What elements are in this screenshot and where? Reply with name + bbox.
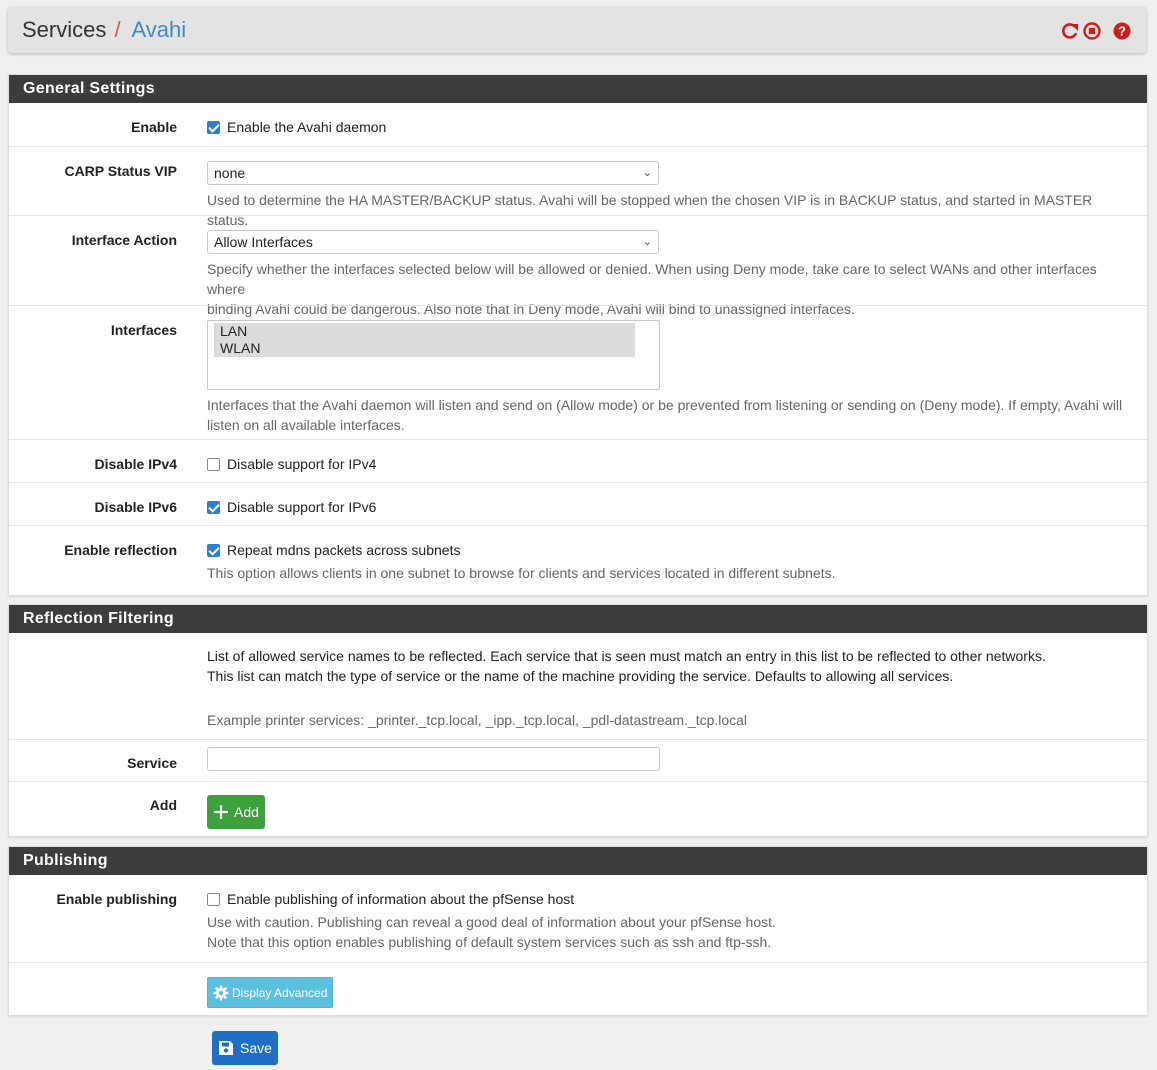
chevron-down-icon: ⌄ <box>642 236 652 248</box>
publishing-help-1: Use with caution. Publishing can reveal … <box>207 914 776 930</box>
reflection-checkbox[interactable]: Repeat mdns packets across subnets <box>207 542 1135 558</box>
add-row: Add Add <box>9 781 1147 834</box>
add-label: Add <box>149 797 177 813</box>
reflection-example: Example printer services: _printer._tcp.… <box>207 712 748 728</box>
enable-label: Enable <box>131 119 177 135</box>
interfaces-listbox[interactable]: LAN WLAN <box>207 320 660 390</box>
interface-option-lan[interactable]: LAN <box>214 323 635 340</box>
add-button[interactable]: Add <box>207 795 265 829</box>
general-settings-heading: General Settings <box>9 75 1147 103</box>
restart-icon[interactable] <box>1060 21 1080 41</box>
enable-checkbox[interactable]: Enable the Avahi daemon <box>207 119 1135 135</box>
disable-ipv6-checkbox-box[interactable] <box>207 500 220 514</box>
reflection-info-row: List of allowed service names to be refl… <box>9 633 1147 739</box>
display-advanced-label: Display Advanced <box>232 985 328 1000</box>
publishing-heading: Publishing <box>9 847 1147 875</box>
enable-checkbox-box[interactable] <box>207 120 220 134</box>
reflection-row: Enable reflection Repeat mdns packets ac… <box>9 525 1147 591</box>
carp-row: CARP Status VIP none ⌄ Used to determine… <box>9 146 1147 228</box>
help-icon[interactable]: ? <box>1112 21 1132 41</box>
save-button[interactable]: Save <box>212 1031 278 1065</box>
service-input[interactable] <box>207 747 660 771</box>
disable-ipv4-checkbox-box[interactable] <box>207 457 220 471</box>
carp-select-value: none <box>214 165 246 181</box>
interface-action-select[interactable]: Allow Interfaces ⌄ <box>207 230 659 254</box>
gear-icon <box>213 985 229 1000</box>
interface-action-help-1: Specify whether the interfaces selected … <box>207 261 1097 297</box>
reflection-info-1: List of allowed service names to be refl… <box>207 648 1046 664</box>
publishing-help-2: Note that this option enables publishing… <box>207 934 772 950</box>
breadcrumb-section[interactable]: Services <box>22 17 106 42</box>
interface-option-wlan[interactable]: WLAN <box>214 340 635 357</box>
enable-checkbox-text: Enable the Avahi daemon <box>227 119 387 135</box>
interfaces-label: Interfaces <box>110 322 177 338</box>
interfaces-help-1: Interfaces that the Avahi daemon will li… <box>207 397 1123 413</box>
enable-row: Enable Enable the Avahi daemon <box>9 103 1147 146</box>
reflection-info-2: This list can match the type of service … <box>207 668 954 684</box>
publishing-label: Enable publishing <box>56 891 177 907</box>
disable-ipv6-row: Disable IPv6 Disable support for IPv6 <box>9 482 1147 525</box>
reflection-checkbox-box[interactable] <box>207 543 220 557</box>
carp-label: CARP Status VIP <box>64 163 177 179</box>
stop-icon[interactable] <box>1082 21 1102 41</box>
service-label: Service <box>127 755 177 771</box>
interface-action-value: Allow Interfaces <box>214 234 313 250</box>
publishing-checkbox-text: Enable publishing of information about t… <box>227 891 575 907</box>
advanced-row: Display Advanced <box>9 962 1147 1014</box>
breadcrumb-current[interactable]: Avahi <box>132 17 187 42</box>
add-button-label: Add <box>234 804 259 820</box>
disable-ipv4-label: Disable IPv4 <box>94 456 178 472</box>
save-icon <box>219 1041 233 1055</box>
general-settings-panel: General Settings Enable Enable the Avahi… <box>8 74 1148 596</box>
breadcrumb: Services / Avahi <box>22 17 186 43</box>
svg-text:?: ? <box>1118 24 1126 39</box>
reflection-label: Enable reflection <box>64 542 177 558</box>
publishing-checkbox-box[interactable] <box>207 892 220 906</box>
plus-icon <box>214 805 228 819</box>
reflection-filtering-panel: Reflection Filtering List of allowed ser… <box>8 604 1148 837</box>
service-row: Service <box>9 739 1147 781</box>
carp-select[interactable]: none ⌄ <box>207 161 659 185</box>
reflection-filtering-heading: Reflection Filtering <box>9 605 1147 633</box>
disable-ipv6-checkbox[interactable]: Disable support for IPv6 <box>207 499 1135 515</box>
interfaces-row: Interfaces LAN WLAN Interfaces that the … <box>9 305 1147 439</box>
display-advanced-button[interactable]: Display Advanced <box>207 977 334 1008</box>
publishing-row: Enable publishing Enable publishing of i… <box>9 875 1147 962</box>
disable-ipv6-checkbox-text: Disable support for IPv6 <box>227 499 377 515</box>
publishing-checkbox[interactable]: Enable publishing of information about t… <box>207 891 1135 907</box>
save-button-label: Save <box>240 1040 272 1056</box>
breadcrumb-separator: / <box>114 17 121 42</box>
publishing-panel: Publishing Enable publishing Enable publ… <box>8 846 1148 1016</box>
header-icons: ? <box>1060 21 1132 41</box>
disable-ipv4-checkbox-text: Disable support for IPv4 <box>227 456 377 472</box>
interfaces-help-2: listen on all available interfaces. <box>207 417 405 433</box>
interface-action-row: Interface Action Allow Interfaces ⌄ Spec… <box>9 215 1147 317</box>
disable-ipv4-checkbox[interactable]: Disable support for IPv4 <box>207 456 1135 472</box>
interface-action-label: Interface Action <box>71 232 177 248</box>
reflection-help: This option allows clients in one subnet… <box>207 565 836 581</box>
disable-ipv6-label: Disable IPv6 <box>94 499 178 515</box>
disable-ipv4-row: Disable IPv4 Disable support for IPv4 <box>9 439 1147 482</box>
chevron-down-icon: ⌄ <box>642 167 652 179</box>
breadcrumb-bar: Services / Avahi ? <box>8 7 1146 53</box>
reflection-checkbox-text: Repeat mdns packets across subnets <box>227 542 461 558</box>
